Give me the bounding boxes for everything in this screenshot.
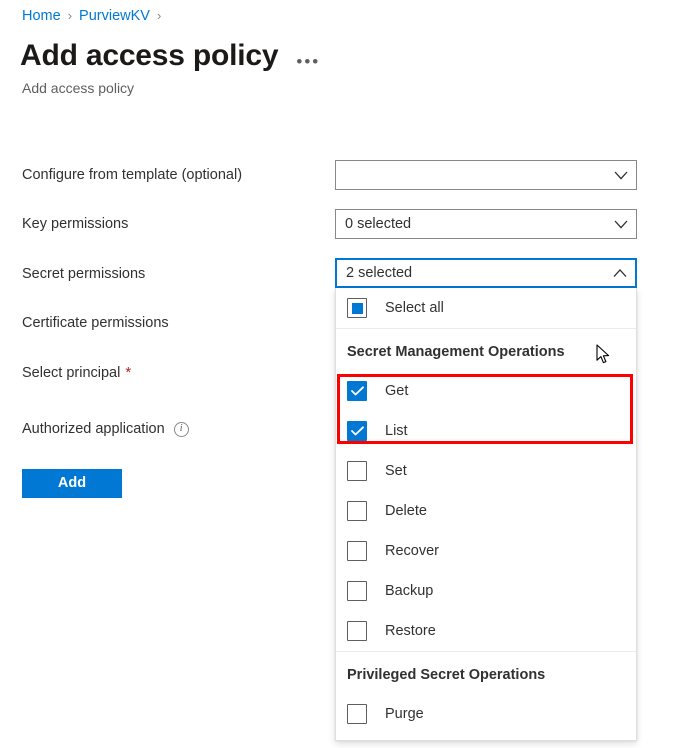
option-select-all[interactable]: Select all	[336, 288, 636, 328]
breadcrumb: Home › PurviewKV ›	[22, 6, 168, 26]
label-configure-from-template: Configure from template (optional)	[22, 165, 242, 185]
option-get[interactable]: Get	[336, 371, 636, 411]
breadcrumb-separator-icon: ›	[68, 6, 72, 26]
option-label: Purge	[385, 704, 424, 724]
page-header: Add access policy •••	[20, 36, 320, 76]
key-permissions-dropdown[interactable]: 0 selected	[335, 209, 637, 239]
secret-permissions-dropdown-panel: Select all Secret Management Operations …	[335, 288, 637, 741]
checkbox-list[interactable]	[347, 421, 367, 441]
checkbox-restore[interactable]	[347, 621, 367, 641]
label-select-principal: Select principal *	[22, 363, 131, 383]
group-header-privileged-secret-operations: Privileged Secret Operations	[336, 652, 636, 694]
checkbox-delete[interactable]	[347, 501, 367, 521]
secret-permissions-dropdown[interactable]: 2 selected	[335, 258, 637, 288]
option-label: Recover	[385, 541, 439, 561]
label-text: Select principal	[22, 363, 120, 383]
option-label: Restore	[385, 621, 436, 641]
label-certificate-permissions: Certificate permissions	[22, 313, 169, 333]
option-restore[interactable]: Restore	[336, 611, 636, 651]
page-title: Add access policy	[20, 36, 278, 76]
checkbox-recover[interactable]	[347, 541, 367, 561]
option-label: List	[385, 421, 408, 441]
breadcrumb-separator-icon: ›	[157, 6, 161, 26]
chevron-down-icon	[606, 171, 636, 180]
info-icon[interactable]: i	[174, 422, 189, 437]
breadcrumb-item-home[interactable]: Home	[22, 6, 61, 26]
option-label: Backup	[385, 581, 433, 601]
option-backup[interactable]: Backup	[336, 571, 636, 611]
configure-from-template-dropdown[interactable]	[335, 160, 637, 190]
option-label: Set	[385, 461, 407, 481]
option-label: Select all	[385, 298, 444, 318]
chevron-down-icon	[606, 220, 636, 229]
required-indicator: *	[125, 366, 131, 380]
checkbox-get[interactable]	[347, 381, 367, 401]
label-text: Key permissions	[22, 214, 128, 234]
secret-permissions-value: 2 selected	[337, 264, 605, 282]
option-set[interactable]: Set	[336, 451, 636, 491]
label-text: Secret permissions	[22, 264, 145, 284]
checkbox-select-all[interactable]	[347, 298, 367, 318]
page-subtitle: Add access policy	[22, 78, 134, 98]
label-text: Authorized application	[22, 419, 165, 439]
label-authorized-application: Authorized application i	[22, 419, 189, 439]
option-list[interactable]: List	[336, 411, 636, 451]
checkbox-backup[interactable]	[347, 581, 367, 601]
label-text: Certificate permissions	[22, 313, 169, 333]
group-header-secret-management-operations: Secret Management Operations	[336, 329, 636, 371]
add-button[interactable]: Add	[22, 469, 122, 498]
more-options-icon[interactable]: •••	[296, 57, 320, 67]
checkbox-purge[interactable]	[347, 704, 367, 724]
option-label: Get	[385, 381, 408, 401]
option-recover[interactable]: Recover	[336, 531, 636, 571]
key-permissions-value: 0 selected	[336, 215, 606, 233]
option-purge[interactable]: Purge	[336, 694, 636, 734]
label-secret-permissions: Secret permissions	[22, 264, 145, 284]
label-text: Configure from template (optional)	[22, 165, 242, 185]
breadcrumb-item-purviewkv[interactable]: PurviewKV	[79, 6, 150, 26]
option-delete[interactable]: Delete	[336, 491, 636, 531]
chevron-up-icon	[605, 269, 635, 278]
checkbox-set[interactable]	[347, 461, 367, 481]
label-key-permissions: Key permissions	[22, 214, 128, 234]
option-label: Delete	[385, 501, 427, 521]
